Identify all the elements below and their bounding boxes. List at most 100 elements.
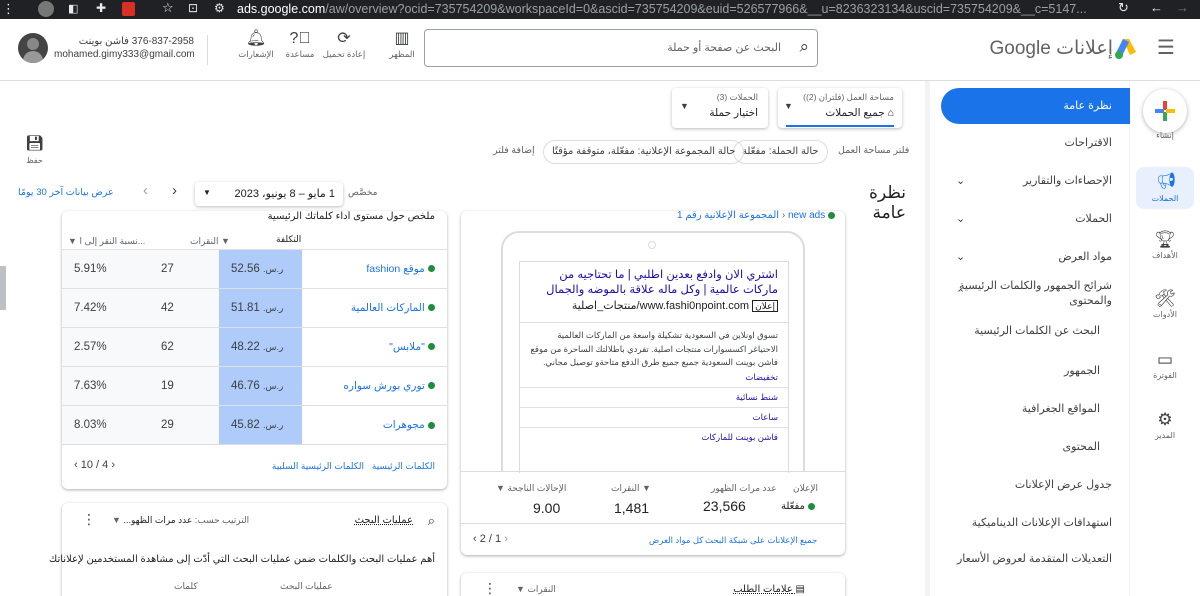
save-icon: 💾︎ [25,135,45,152]
account-avatar[interactable] [18,33,48,63]
prev-icon[interactable]: ‹ [473,533,477,545]
calendar-icon: ▤ [792,584,805,595]
keyword-cell[interactable]: مجوهرات [302,405,447,445]
ad-badge: إعلان [752,300,778,312]
breadcrumb-campaign[interactable]: new ads [788,210,825,221]
rail-goals[interactable]: 🏆︎ الأهداف [1130,229,1200,260]
scrollbar[interactable] [925,81,930,596]
main-menu-icon[interactable]: ☰ [1157,35,1175,60]
more-vert-icon[interactable]: ⋮ [483,580,497,596]
product-name: إعلانات Google [989,38,1113,59]
ctr-cell: 7.42% [62,288,147,328]
keywords-link[interactable]: الكلمات الرئيسية [372,461,435,472]
nav-item-label: نظرة عامة [1063,100,1112,112]
ad-breadcrumb: new ads ‹ المجموعة الإعلانية رقم 1 [677,210,835,221]
refresh-icon: ⟳ [337,30,351,47]
rail-tools-label: الأدوات [1153,310,1177,319]
stat-header-sortable[interactable]: ▼ الإحالات الناجحة [496,483,566,494]
rail-admin[interactable]: ⚙ المدير [1130,409,1200,440]
ad-sitelink[interactable]: فاشن بوينت للماركات [530,432,778,443]
install-app-icon[interactable]: ⊡ [188,1,198,15]
clicks-cell: 29 [147,405,219,445]
address-bar[interactable]: ads.google.com/aw/overview?ocid=73575420… [237,0,1097,19]
breadcrumb-adgroup[interactable]: المجموعة الإعلانية رقم 1 [677,210,779,221]
notifications-button[interactable]: 🔔︎ الإشعارات [234,29,278,60]
metric-dropdown[interactable]: النقرات ▼ [516,584,556,595]
save-label: حفظ [26,156,43,165]
all-assets-link[interactable]: كل مواد العرض [649,535,703,546]
status-dot [428,382,435,390]
date-range-dropdown[interactable]: 1 مايو – 8 يونيو، 2023 ▼ [195,182,343,206]
ad-sitelink[interactable]: ساعات [530,412,778,423]
filter-chip-campaign-status[interactable]: حالة الحملة: مفعّلة [733,140,828,164]
keyword-cell[interactable]: "ملابس" [302,327,447,367]
pdf-extension-icon[interactable] [122,2,135,16]
rail-create-label: إنشاء [1156,131,1174,140]
back-arrow-icon[interactable]: ← [1150,0,1163,15]
table-row[interactable]: 7.42% 42 ر.س. 51.81 الماركات العالمية [62,288,447,328]
table-row[interactable]: 5.91% 27 ر.س. 52.56 موقع fashion [62,249,447,289]
rail-tools[interactable]: 🛠︎ الأدوات [1130,288,1200,319]
sort-arrow-icon: ▼ [496,483,505,493]
stat-header-sortable[interactable]: النقرات ▼ [611,483,651,494]
profile-avatar-icon[interactable] [38,1,54,17]
next-period-icon[interactable]: › [172,182,177,199]
table-row[interactable]: 7.63% 19 ر.س. 46.76 توري بورش سواره [62,366,447,406]
negative-keywords-link[interactable]: الكلمات الرئيسية السلبية [272,461,364,472]
keyword-cell[interactable]: موقع fashion [302,249,447,289]
search-box[interactable]: البحث عن صفحة أو حملة ⌕ [424,29,818,67]
bottom-card-title[interactable]: ▤ علامات الطلب [733,584,805,595]
side-scroll-handle[interactable] [0,266,6,310]
add-filter-button[interactable]: إضافة فلتر [493,145,535,156]
prev-period-icon[interactable]: ‹ [143,182,148,199]
filter-chip-adgroup-status[interactable]: حالة المجموعة الإعلانية: مفعّلة، متوقفة … [543,140,745,164]
date-range-value: 1 مايو – 8 يونيو، 2023 [234,188,336,200]
more-vert-icon[interactable]: ⋮ [82,511,96,528]
ad-url-line: إعلان www.fashi0npoint.com/منتجات_اصلية [530,299,778,314]
ad-pager[interactable]: ‹ 2 / 1 › [473,533,508,545]
col-ctr[interactable]: ▼ نسبة النقر إلى ا... [68,236,145,247]
save-button[interactable]: 💾︎ حفظ [25,134,44,166]
site-info-icon[interactable]: ⚙ [214,1,225,15]
rail-billing[interactable]: ▭ الفوترة [1130,349,1200,380]
sort-dropdown[interactable]: الترتيب حسب: عدد مرات الظهو... ▼ [112,515,249,526]
col-cost[interactable]: التكلفة [276,234,301,245]
keyword-cell[interactable]: الماركات العالمية [302,288,447,328]
help-button[interactable]: ?⃝ مساعدة [278,29,322,60]
bell-icon: 🔔︎ [245,30,267,47]
status-dot [428,265,435,273]
next-icon[interactable]: › [111,459,115,471]
reload-icon[interactable]: ↻ [1118,0,1129,16]
col-clicks[interactable]: النقرات ▼ [190,236,230,247]
ad-sitelink[interactable]: شنط نسائية [530,392,778,403]
refresh-button[interactable]: ⟳ إعادة تحميل [322,29,366,60]
nav-item-overview[interactable]: نظرة عامة [941,88,1130,124]
keyword-cell[interactable]: توري بورش سواره [302,366,447,406]
campaign-dropdown[interactable]: الحملات (3) اختيار حملة ▼ [672,88,768,128]
search-icon[interactable]: ⌕ [799,37,809,57]
keywords-title: ملخص حول مستوى أداء كلماتك الرئيسية [267,211,435,222]
table-row[interactable]: 8.03% 29 ر.س. 45.82 مجوهرات [62,405,447,445]
menu-dots-icon[interactable]: ⋮ [2,1,15,17]
all-search-ads-link[interactable]: جميع الإعلانات على شبكة البحث [705,535,817,546]
status-dot [428,304,435,312]
keywords-pager[interactable]: ‹ 10 / 4 › [74,459,115,471]
last-30-days-link[interactable]: عرض بيانات آخر 30 يومًا [18,187,114,198]
prev-icon[interactable]: ‹ [74,459,78,471]
ad-headline[interactable]: اشتري الان وادفع بعدين اطلبي | ما تحتاجي… [530,268,778,298]
ad-sitelink[interactable]: تخفيضات [530,372,778,383]
sidebar-toggle-icon[interactable]: ◧ [68,2,78,15]
create-button[interactable] [1143,89,1187,133]
search-placeholder: البحث عن صفحة أو حملة [667,42,781,54]
browser-toolbar: ⋮ ◧ ✚ ☆ ⊡ ⚙ ads.google.com/aw/overview?o… [0,0,1200,19]
forward-arrow-icon[interactable]: → [1176,0,1189,15]
extension-puzzle-icon[interactable]: ✚ [96,1,106,15]
appearance-button[interactable]: ▥ المظهر [380,29,424,60]
workspace-dropdown[interactable]: مساحة العمل (فلتران (2)) ⌂ جميع الحملات … [778,88,902,128]
next-icon[interactable]: › [504,533,508,545]
rail-campaigns[interactable]: 📢︎ الحملات [1136,167,1194,209]
home-icon: ⌂ [884,107,894,119]
bookmark-star-icon[interactable]: ☆ [162,0,174,16]
table-row[interactable]: 2.57% 62 ر.س. 48.22 "ملابس" [62,327,447,367]
search-terms-title[interactable]: عمليات البحث [355,515,413,526]
